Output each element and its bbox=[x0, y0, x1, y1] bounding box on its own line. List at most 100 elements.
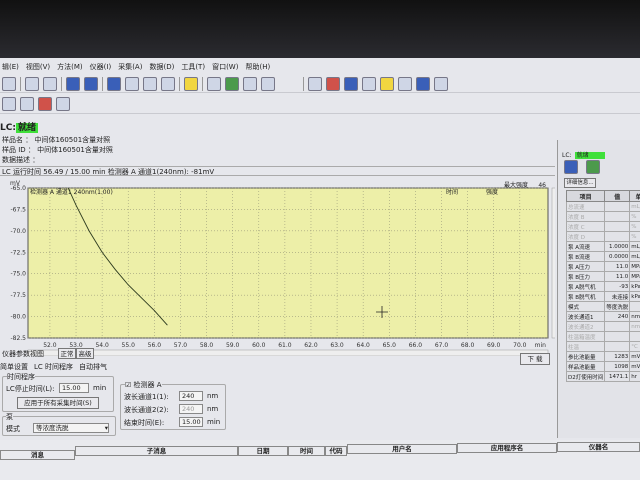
vertical-scrollbar[interactable] bbox=[551, 187, 560, 339]
tab-lc-time-program[interactable]: LC 时间程序 bbox=[34, 362, 73, 372]
tab-auto-purge[interactable]: 自动排气 bbox=[79, 362, 107, 372]
unit-cell: kPa bbox=[629, 281, 640, 292]
instrument-icon[interactable] bbox=[2, 96, 16, 111]
col-user[interactable]: 用户名 bbox=[347, 444, 457, 454]
value-cell bbox=[604, 341, 631, 352]
tool-icon-1[interactable] bbox=[308, 76, 322, 91]
tool-icon-6[interactable] bbox=[398, 76, 412, 91]
tab-simple-settings[interactable]: 简单设置 bbox=[0, 362, 28, 372]
unit-cell: MPa bbox=[629, 261, 640, 272]
device-icon[interactable] bbox=[56, 96, 70, 111]
tool-icon-3[interactable] bbox=[344, 76, 358, 91]
unit-cell: kPa bbox=[629, 291, 640, 302]
view-bottom-icon[interactable] bbox=[143, 76, 157, 91]
open-icon[interactable] bbox=[2, 76, 16, 91]
menu-item[interactable]: 辑(E) bbox=[2, 62, 19, 72]
print-preview-icon[interactable] bbox=[43, 76, 57, 91]
method-icon[interactable] bbox=[66, 76, 80, 91]
view-layout-icon[interactable] bbox=[107, 76, 121, 91]
mode-select[interactable]: 等浓度洗脱 ▾ bbox=[33, 423, 109, 433]
ch2-input[interactable]: 240 bbox=[179, 404, 203, 414]
value-cell: 240 bbox=[604, 311, 631, 322]
tool-icon-2[interactable] bbox=[326, 76, 340, 91]
arrows-icon[interactable] bbox=[161, 76, 175, 91]
value-cell bbox=[604, 231, 631, 242]
menu-item[interactable]: 采集(A) bbox=[118, 62, 142, 72]
menu-item[interactable]: 仪器(I) bbox=[90, 62, 112, 72]
col-instrument[interactable]: 仪器名 bbox=[557, 442, 640, 452]
label-max_value: 46 bbox=[538, 182, 546, 189]
tab-normal[interactable]: 正常 bbox=[58, 348, 76, 359]
value-cell bbox=[604, 321, 631, 332]
unit-cell bbox=[629, 301, 640, 312]
view-tab[interactable]: 仪器参数视图 bbox=[2, 349, 44, 359]
end-time-input[interactable]: 15.00 bbox=[179, 417, 203, 427]
start-icon[interactable] bbox=[225, 76, 239, 91]
unit-cell bbox=[629, 331, 640, 342]
batch-icon[interactable] bbox=[84, 76, 98, 91]
value-cell: 1098 bbox=[604, 361, 631, 372]
value-cell: 1471.1 bbox=[604, 371, 631, 382]
message-table: 消息 子消息 日期 时间 代码 用户名 应用程序名 仪器名 bbox=[0, 440, 640, 480]
table-row: 柱温箱温度 bbox=[565, 331, 640, 342]
value-cell bbox=[604, 201, 631, 212]
stop-icon[interactable] bbox=[243, 76, 257, 91]
y-tick-label: -70.0 bbox=[10, 228, 26, 235]
col-message[interactable]: 消息 bbox=[0, 450, 75, 460]
col-code[interactable]: 代码 bbox=[325, 446, 347, 456]
chart-icon[interactable] bbox=[416, 76, 430, 91]
col-date[interactable]: 日期 bbox=[238, 446, 288, 456]
view-split-icon[interactable] bbox=[125, 76, 139, 91]
chromatogram[interactable]: 52.0 53.0 54.0 55.0 56.0 57.0 58.0 59.0 60.0 61.0… bbox=[0, 176, 560, 365]
ch1-label: 波长通道1(1): bbox=[124, 393, 169, 401]
instrument-icon[interactable] bbox=[207, 76, 221, 91]
end-time-label: 结束时间(E): bbox=[124, 419, 165, 427]
menu-item[interactable]: 数据(D) bbox=[149, 62, 174, 72]
menu-item[interactable]: 帮助(H) bbox=[245, 62, 270, 72]
secondary-toolbar bbox=[0, 94, 640, 114]
main-toolbar bbox=[0, 75, 640, 93]
table-row: 浓度 B% bbox=[565, 211, 640, 222]
apply-all-button[interactable]: 应用于所有采集时间(S) bbox=[17, 397, 99, 409]
label-intensity: 强度 bbox=[486, 188, 498, 196]
tab-advanced[interactable]: 高级 bbox=[76, 348, 94, 359]
network-icon[interactable] bbox=[20, 96, 34, 111]
time-program-group: 时间程序 LC停止时间(L): 15.00 min 应用于所有采集时间(S) bbox=[2, 372, 114, 412]
unit-cell: % bbox=[629, 231, 640, 242]
unit-cell: mV bbox=[629, 351, 640, 362]
ch1-input[interactable]: 240 bbox=[179, 391, 203, 401]
value-cell: 未连接 bbox=[604, 291, 631, 302]
menu-item[interactable]: 窗口(W) bbox=[212, 62, 238, 72]
stop-time-input[interactable]: 15.00 bbox=[59, 383, 89, 393]
instrument-icon[interactable] bbox=[586, 160, 600, 174]
tool-icon-5[interactable] bbox=[380, 76, 394, 91]
monitor-icon[interactable] bbox=[564, 160, 578, 174]
print-icon[interactable] bbox=[25, 76, 39, 91]
tool-icon-8[interactable] bbox=[434, 76, 448, 91]
help-icon[interactable] bbox=[184, 76, 198, 91]
unit-label: min bbox=[207, 418, 221, 426]
divider bbox=[202, 76, 203, 91]
item-cell: 泵 A流速 bbox=[565, 241, 606, 252]
unit-cell: % bbox=[629, 221, 640, 232]
detector-checkbox[interactable]: ☑ 检测器 A bbox=[125, 380, 162, 390]
value-cell bbox=[604, 331, 631, 342]
item-cell: 泵 A压力 bbox=[565, 261, 606, 272]
chromatogram-svg[interactable]: 52.0 53.0 54.0 55.0 56.0 57.0 58.0 59.0 60.0 61.0… bbox=[0, 176, 560, 357]
export-icon[interactable] bbox=[261, 76, 275, 91]
col-submessage[interactable]: 子消息 bbox=[75, 446, 238, 456]
pump-group: 泵 模式 等浓度洗脱 ▾ bbox=[2, 412, 116, 436]
menu-item[interactable]: 工具(T) bbox=[181, 62, 205, 72]
col-time[interactable]: 时间 bbox=[288, 446, 325, 456]
menu-item[interactable]: 视图(V) bbox=[26, 62, 50, 72]
tool-icon-4[interactable] bbox=[362, 76, 376, 91]
value-cell: 1.0000 bbox=[604, 241, 631, 252]
menu-item[interactable]: 方法(M) bbox=[57, 62, 83, 72]
sample-id: 样品 ID ： 中间体160501含量对照 bbox=[2, 146, 113, 154]
col-app[interactable]: 应用程序名 bbox=[457, 443, 557, 453]
value-cell bbox=[604, 221, 631, 232]
program-icon[interactable] bbox=[38, 96, 52, 111]
details-button[interactable]: 详细信息... bbox=[564, 178, 596, 188]
item-cell: 泵 B流速 bbox=[565, 251, 606, 262]
group-title: 泵 bbox=[6, 412, 13, 422]
